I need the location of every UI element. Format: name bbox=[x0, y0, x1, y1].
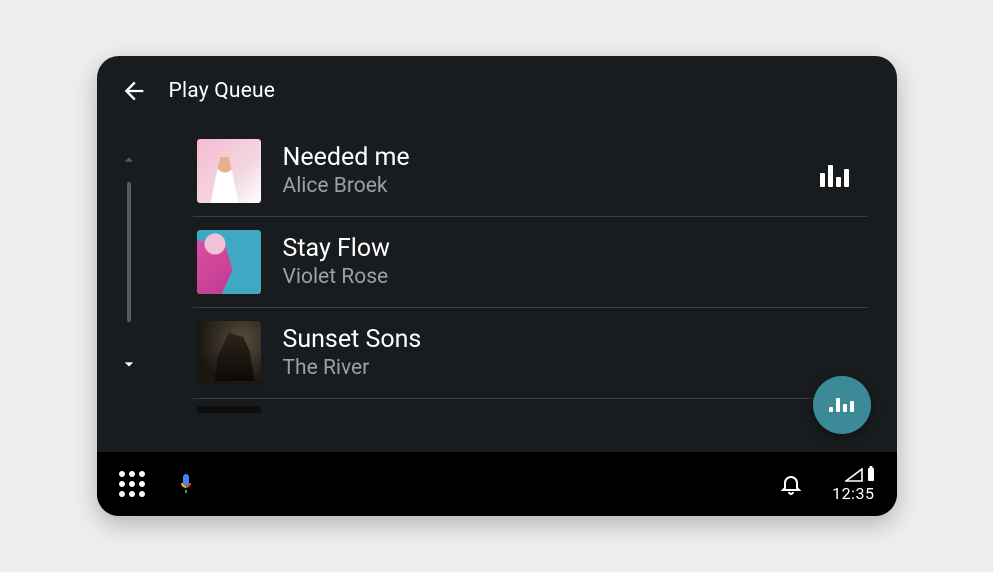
content-area: Needed me Alice Broek Stay Flow Violet R… bbox=[97, 116, 897, 452]
status-area: 12:35 bbox=[832, 466, 874, 503]
track-title: Sunset Sons bbox=[283, 326, 863, 355]
track-title: Needed me bbox=[283, 144, 797, 173]
scroll-up-button[interactable] bbox=[117, 148, 141, 172]
chevron-down-icon bbox=[119, 354, 139, 374]
album-art bbox=[197, 139, 261, 203]
track-meta: Needed me Alice Broek bbox=[283, 144, 797, 199]
status-icons bbox=[845, 466, 875, 482]
clock: 12:35 bbox=[832, 484, 874, 503]
page-title: Play Queue bbox=[169, 79, 276, 103]
queue-row[interactable]: Sunset Sons The River bbox=[193, 308, 867, 399]
track-artist: Alice Broek bbox=[283, 174, 797, 198]
header-bar: Play Queue bbox=[97, 56, 897, 116]
system-navbar: 12:35 bbox=[97, 452, 897, 516]
track-meta: Sunset Sons The River bbox=[283, 326, 863, 381]
album-art bbox=[197, 321, 261, 385]
scroll-controls bbox=[105, 116, 153, 452]
equalizer-icon bbox=[819, 155, 851, 187]
bell-icon bbox=[779, 472, 803, 496]
track-artist: The River bbox=[283, 356, 863, 380]
queue-list: Needed me Alice Broek Stay Flow Violet R… bbox=[153, 116, 897, 452]
battery-icon bbox=[867, 466, 875, 482]
voice-assistant-button[interactable] bbox=[173, 471, 199, 497]
arrow-back-icon bbox=[120, 77, 148, 105]
queue-row-partial[interactable] bbox=[193, 399, 867, 413]
album-art bbox=[197, 406, 261, 413]
queue-row[interactable]: Needed me Alice Broek bbox=[193, 126, 867, 217]
signal-icon bbox=[845, 468, 863, 482]
scrollbar-track[interactable] bbox=[127, 182, 131, 322]
track-meta: Stay Flow Violet Rose bbox=[283, 235, 863, 290]
equalizer-icon bbox=[829, 398, 854, 412]
track-artist: Violet Rose bbox=[283, 265, 863, 289]
mic-icon bbox=[174, 472, 198, 496]
queue-row[interactable]: Stay Flow Violet Rose bbox=[193, 217, 867, 308]
car-media-screen: Play Queue Needed me Alice Br bbox=[97, 56, 897, 516]
album-art bbox=[197, 230, 261, 294]
notifications-button[interactable] bbox=[778, 471, 804, 497]
back-button[interactable] bbox=[117, 74, 151, 108]
track-title: Stay Flow bbox=[283, 235, 863, 264]
apps-button[interactable] bbox=[119, 471, 145, 497]
scroll-down-button[interactable] bbox=[117, 352, 141, 376]
now-playing-fab[interactable] bbox=[813, 376, 871, 434]
chevron-up-icon bbox=[119, 150, 139, 170]
